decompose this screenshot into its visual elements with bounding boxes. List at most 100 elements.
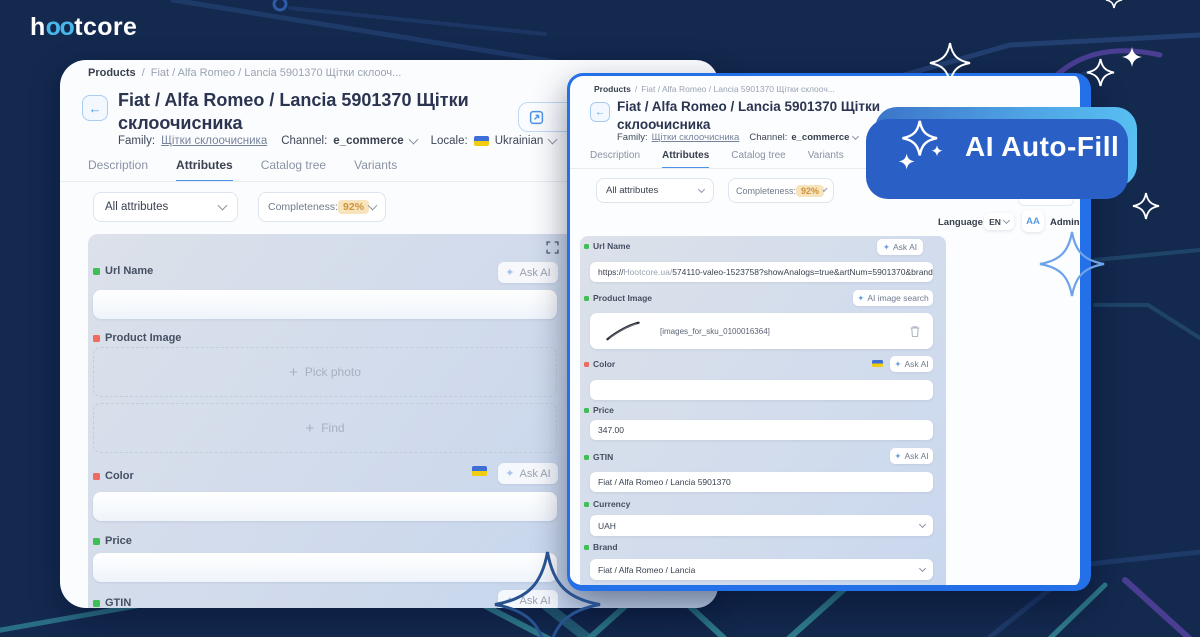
family-label: Family: xyxy=(617,132,648,143)
currency-select[interactable]: UAH xyxy=(590,515,933,536)
tab-variants[interactable]: Variants xyxy=(354,158,397,182)
ask-ai-button[interactable]: ✦ Ask AI xyxy=(498,262,558,283)
ukraine-flag-icon xyxy=(474,136,489,146)
ask-ai-button[interactable]: ✦ Ask AI xyxy=(890,356,933,372)
badge-label: AI Auto-Fill xyxy=(965,131,1119,163)
ai-image-search-button[interactable]: ✦ AI image search xyxy=(853,290,933,306)
sparkles-cluster-icon xyxy=(895,119,951,175)
chevron-down-icon xyxy=(919,565,926,572)
channel-dropdown[interactable]: Channel: e_commerce xyxy=(749,132,858,143)
external-link-icon xyxy=(529,110,544,125)
tab-description[interactable]: Description xyxy=(590,150,640,169)
tab-catalog-tree[interactable]: Catalog tree xyxy=(731,150,785,169)
status-dot-green-icon xyxy=(584,502,589,507)
status-dot-red-icon xyxy=(93,335,100,342)
wiper-blade-thumbnail xyxy=(604,320,642,342)
language-selector[interactable]: EN xyxy=(984,213,1014,230)
expand-button[interactable] xyxy=(546,241,559,254)
marketing-screenshot: { "logo": { "part1": "h", "part2": "oo",… xyxy=(0,0,1200,637)
completeness-badge: 92% xyxy=(796,185,824,197)
tab-bar: Description Attributes Catalog tree Vari… xyxy=(590,150,844,169)
field-label-url-name: Url Name xyxy=(93,265,153,277)
logo-text-h: h xyxy=(30,13,46,41)
language-label: Language xyxy=(938,217,983,228)
field-label-currency: Currency xyxy=(584,499,630,509)
attributes-filter-dropdown[interactable]: All attributes xyxy=(596,178,714,203)
plus-icon: + xyxy=(289,364,298,381)
channel-dropdown[interactable]: Channel: e_commerce xyxy=(281,135,416,147)
chevron-down-icon xyxy=(218,201,228,211)
chevron-down-icon xyxy=(852,133,859,140)
channel-value: e_commerce xyxy=(333,135,403,147)
brand-select[interactable]: Fiat / Alfa Romeo / Lancia xyxy=(590,559,933,580)
price-input[interactable]: 347.00 xyxy=(590,420,933,440)
chevron-down-icon xyxy=(408,135,418,145)
user-name: Admin Admin xyxy=(1050,217,1082,228)
family-link[interactable]: Щітки склоочисника xyxy=(161,135,267,147)
breadcrumb: Products / Fiat / Alfa Romeo / Lancia 59… xyxy=(594,84,835,94)
field-label-gtin: GTIN xyxy=(93,597,131,608)
status-dot-green-icon xyxy=(584,545,589,550)
field-label-brand: Brand xyxy=(584,542,618,552)
tab-description[interactable]: Description xyxy=(88,158,148,182)
completeness-filter-dropdown[interactable]: Completeness: 92% xyxy=(728,178,834,203)
sparkle-icon: ✦ xyxy=(505,467,514,480)
breadcrumb-current: Fiat / Alfa Romeo / Lancia 5901370 Щітки… xyxy=(151,67,402,79)
sparkle-icon: ✦ xyxy=(857,293,864,304)
color-input[interactable] xyxy=(590,380,933,400)
back-button[interactable]: ← xyxy=(82,95,108,121)
chevron-down-icon xyxy=(548,135,558,145)
status-dot-green-icon xyxy=(584,455,589,460)
url-name-input[interactable] xyxy=(93,290,557,319)
avatar[interactable]: AA xyxy=(1022,210,1044,232)
attributes-filter-value: All attributes xyxy=(606,185,658,196)
back-button[interactable]: ← xyxy=(590,102,610,122)
breadcrumb-root[interactable]: Products xyxy=(594,84,631,94)
completeness-label: Completeness: xyxy=(268,201,338,213)
ask-ai-button[interactable]: ✦ Ask AI xyxy=(890,448,933,464)
breadcrumb-separator: / xyxy=(142,67,145,79)
ai-auto-fill-badge: AI Auto-Fill xyxy=(875,107,1137,187)
trash-icon[interactable] xyxy=(909,325,921,338)
field-label-product-image: Product Image xyxy=(93,332,181,344)
tab-bar: Description Attributes Catalog tree Vari… xyxy=(88,158,397,182)
field-label-price: Price xyxy=(93,535,132,547)
chevron-down-icon xyxy=(368,201,378,211)
status-dot-green-icon xyxy=(93,600,100,607)
ukraine-flag-icon xyxy=(872,360,883,367)
chevron-down-icon xyxy=(698,186,705,193)
find-image-dropzone[interactable]: + Find xyxy=(93,403,557,453)
completeness-label: Completeness: xyxy=(736,186,796,196)
attributes-filter-dropdown[interactable]: All attributes xyxy=(93,192,238,222)
completeness-filter-dropdown[interactable]: Completeness: 92% xyxy=(258,192,386,222)
tab-catalog-tree[interactable]: Catalog tree xyxy=(261,158,326,182)
breadcrumb-separator: / xyxy=(635,84,637,94)
attributes-filter-value: All attributes xyxy=(105,201,168,213)
completeness-badge: 92% xyxy=(338,200,369,214)
tab-attributes[interactable]: Attributes xyxy=(176,158,233,182)
locale-dropdown[interactable]: Locale: Ukrainian xyxy=(431,135,557,147)
pick-photo-dropzone[interactable]: + Pick photo xyxy=(93,347,557,397)
color-input[interactable] xyxy=(93,492,557,521)
chevron-down-icon xyxy=(1003,217,1010,224)
field-label-gtin: GTIN xyxy=(584,452,613,462)
breadcrumb-root[interactable]: Products xyxy=(88,67,136,79)
tab-attributes[interactable]: Attributes xyxy=(662,150,709,169)
family-link[interactable]: Щітки склоочисника xyxy=(652,132,740,143)
logo-infinity-oo: oo xyxy=(46,13,74,41)
breadcrumb-current: Fiat / Alfa Romeo / Lancia 5901370 Щітки… xyxy=(641,84,835,94)
locale-value: Ukrainian xyxy=(495,135,544,147)
ask-ai-button[interactable]: ✦ Ask AI xyxy=(498,590,558,608)
sparkle-icon: ✦ xyxy=(894,451,901,462)
ask-ai-button[interactable]: ✦ Ask AI xyxy=(498,463,558,484)
gtin-input[interactable]: Fiat / Alfa Romeo / Lancia 5901370 xyxy=(590,472,933,492)
channel-value: e_commerce xyxy=(791,132,849,143)
url-name-input[interactable]: https://Hootcore.ua/574110-valeo-1523758… xyxy=(590,262,933,282)
back-arrow-icon: ← xyxy=(89,101,102,116)
tab-variants[interactable]: Variants xyxy=(808,150,844,169)
channel-label: Channel: xyxy=(281,135,327,147)
price-input[interactable] xyxy=(93,553,557,582)
expand-icon xyxy=(546,241,559,254)
hootcore-logo: hootcore xyxy=(30,13,137,42)
ask-ai-button[interactable]: ✦ Ask AI xyxy=(877,239,923,255)
